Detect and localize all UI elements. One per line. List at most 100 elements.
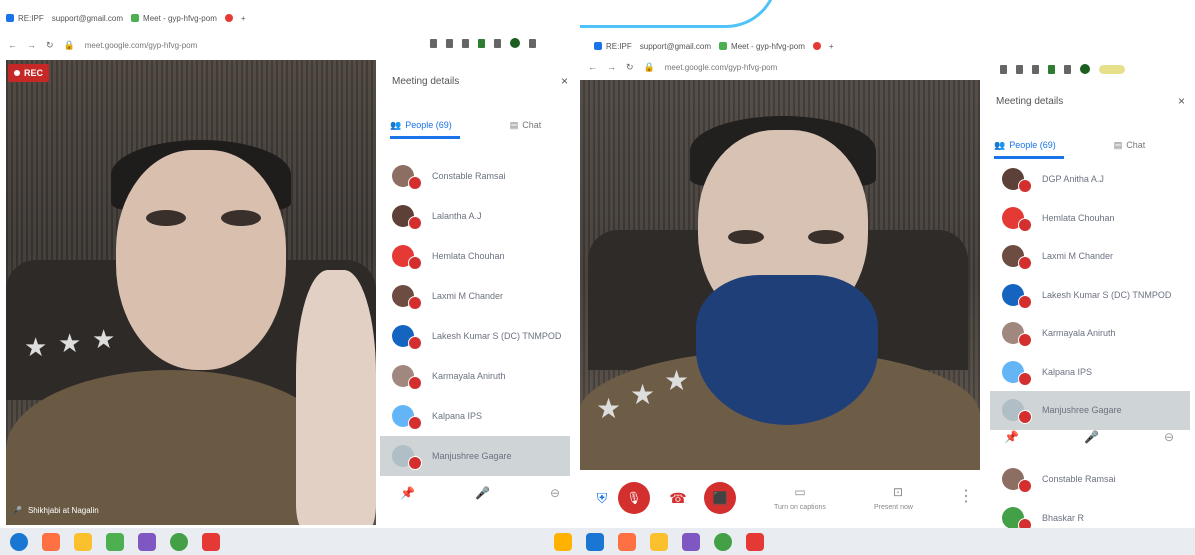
firefox-icon[interactable] [586,532,604,551]
participant-name: Constable Ramsai [432,171,506,181]
lock-icon: 🔒 [643,61,655,72]
paint-icon[interactable] [138,532,156,551]
firefox-icon[interactable] [42,532,60,551]
back-icon[interactable]: ← [588,62,597,72]
record-dot-icon [14,70,20,76]
participant-row[interactable]: Manjushree Gagare [380,436,570,476]
tab-favicon [719,42,728,50]
participant-row[interactable]: Constable Ramsai [392,156,570,196]
pdf-icon[interactable] [746,532,764,551]
chrome-icon[interactable] [170,532,188,551]
tab-people[interactable]: 👥 People (69) [390,120,452,131]
reload-icon[interactable]: ↻ [626,62,634,73]
extension-icon[interactable] [430,38,437,48]
mic-icon[interactable]: 🎤 [475,486,490,500]
menu-icon[interactable] [1099,64,1125,74]
windows-icon[interactable] [10,532,28,551]
left-url[interactable]: meet.google.com/gyp-hfvg-pom [85,41,198,50]
present-label[interactable]: Present now [874,504,913,511]
participant-row[interactable]: Karmayala Aniruth [1002,314,1190,353]
remove-icon[interactable]: ⊖ [550,486,560,500]
forward-icon[interactable]: → [27,40,36,50]
profile-icon[interactable] [1080,64,1090,74]
participant-row[interactable]: Lalantha A.J [392,196,570,236]
extension-icon[interactable] [494,38,501,48]
tab-label: People (69) [405,120,452,130]
extension-icon[interactable] [1048,64,1055,74]
participant-row[interactable]: Lakesh Kumar S (DC) TNMPOD [1002,276,1190,315]
participant-name: Kalpana IPS [1042,366,1093,377]
extension-icon[interactable] [1000,64,1007,74]
participant-row[interactable]: Laxmi M Chander [1002,237,1190,276]
shield-icon[interactable]: ⛨ [586,482,618,514]
left-tab-1[interactable]: support@gmail.com [52,14,123,23]
new-tab-button[interactable]: + [829,42,834,51]
more-options-icon[interactable]: ⋮ [950,480,982,512]
participant-row[interactable]: Kalpana IPS [392,396,570,436]
participant-row[interactable]: Hemlata Chouhan [392,236,570,276]
right-tab-0[interactable]: RE:IPF [594,42,632,51]
extension-icon[interactable] [462,38,469,48]
camera-off-button[interactable]: ⬛ [704,482,736,514]
end-call-button[interactable]: ☎ [662,482,694,514]
left-tab-0[interactable]: RE:IPF [6,14,44,23]
right-tab-1[interactable]: support@gmail.com [640,42,711,51]
back-icon[interactable]: ← [8,40,17,50]
tab-label: People (69) [1009,140,1056,150]
right-video-feed: ★ ★ ★ [578,80,980,470]
left-tab-2[interactable]: Meet - gyp-hfvg-pom [131,14,217,23]
extension-icon[interactable] [1064,64,1071,74]
mic-muted-icon [1018,294,1032,309]
mic-icon[interactable]: 🎤 [1084,430,1099,444]
close-icon[interactable]: × [1178,94,1185,108]
avatar [1002,168,1032,194]
tab-label: RE:IPF [18,13,44,23]
captions-label[interactable]: Turn on captions [774,504,826,511]
participant-row[interactable]: Manjushree Gagare [990,391,1190,430]
left-tab-close[interactable] [224,14,233,22]
close-icon[interactable]: × [561,74,568,88]
right-tab-2[interactable]: Meet - gyp-hfvg-pom [719,42,805,51]
extension-icon[interactable] [478,38,485,48]
rec-label: REC [24,68,44,78]
pdf-icon[interactable] [202,532,220,551]
participant-row[interactable]: Hemlata Chouhan [1002,199,1190,238]
remove-icon[interactable]: ⊖ [1164,430,1174,444]
explorer-icon[interactable] [554,532,572,551]
mic-muted-icon [408,176,422,190]
tab-chat[interactable]: ▤ Chat [1114,140,1146,151]
tab-favicon [131,14,140,22]
right-tab-bar: RE:IPF support@gmail.com Meet - gyp-hfvg… [588,36,1195,56]
participant-row[interactable]: DGP Anitha A.J [1002,160,1190,199]
extension-icon[interactable] [446,38,453,48]
right-tab-close[interactable] [812,42,821,50]
reload-icon[interactable]: ↻ [46,40,54,51]
participant-row[interactable]: Laxmi M Chander [392,276,570,316]
tab-chat[interactable]: ▤ Chat [510,120,542,131]
profile-icon[interactable] [510,38,520,48]
panel-tabs: 👥 People (69) ▤ Chat [390,114,570,136]
extension-icon[interactable] [1016,64,1023,74]
participant-row[interactable]: Kalpana IPS [1002,353,1190,392]
pin-icon[interactable]: 📌 [1004,430,1019,444]
forward-icon[interactable]: → [607,62,616,72]
menu-icon[interactable] [529,38,536,48]
paint-icon[interactable] [682,532,700,551]
participant-name: Hemlata Chouhan [432,251,505,261]
tab-people[interactable]: 👥 People (69) [994,140,1056,151]
right-url[interactable]: meet.google.com/gyp-hfvg-pom [665,63,778,72]
participant-row[interactable]: Constable Ramsai [1002,460,1190,499]
folder-icon[interactable] [618,532,636,551]
new-tab-button[interactable]: + [241,14,246,23]
mic-off-button[interactable]: 🎙 [618,482,650,514]
participant-row[interactable]: Karmayala Aniruth [392,356,570,396]
star-icon[interactable] [650,532,668,551]
avatar [1002,245,1032,271]
gallery-icon[interactable] [106,532,124,551]
pin-icon[interactable]: 📌 [400,486,415,500]
folder-icon[interactable] [74,532,92,551]
mic-muted-icon [408,296,422,310]
extension-icon[interactable] [1032,64,1039,74]
chrome-icon[interactable] [714,532,732,551]
participant-row[interactable]: Lakesh Kumar S (DC) TNMPOD [392,316,570,356]
